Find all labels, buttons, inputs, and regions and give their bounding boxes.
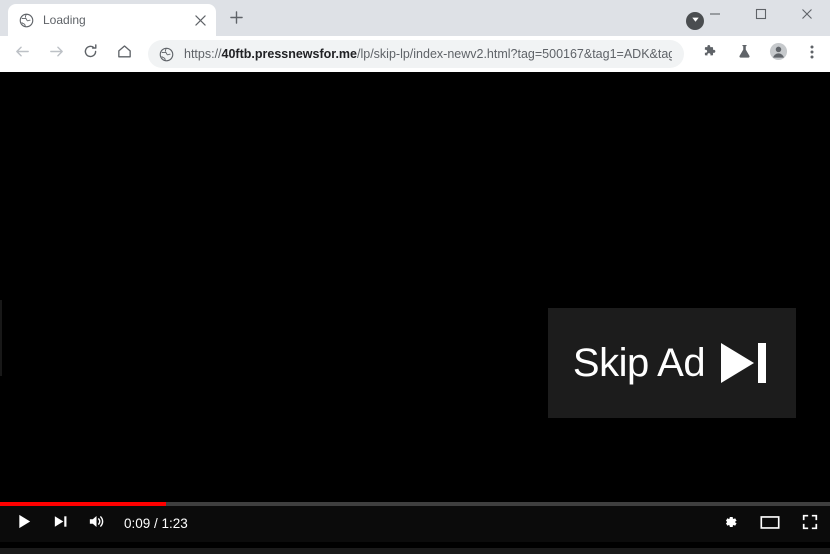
window-controls — [692, 0, 830, 32]
globe-icon — [18, 12, 34, 28]
url-host: 40ftb.pressnewsfor.me — [221, 47, 357, 61]
play-icon — [16, 513, 33, 535]
profile-button[interactable] — [764, 40, 792, 68]
skip-ad-label: Skip Ad — [572, 341, 706, 385]
fullscreen-icon — [801, 513, 819, 536]
address-bar-text: https://40ftb.pressnewsfor.me/lp/skip-lp… — [184, 47, 672, 61]
toolbar-actions — [690, 40, 830, 68]
url-path: /lp/skip-lp/index-newv2.html?tag=500167&… — [357, 47, 672, 61]
minimize-icon — [709, 7, 721, 25]
skip-next-icon — [719, 340, 771, 386]
flask-icon — [736, 43, 753, 65]
extensions-button[interactable] — [696, 40, 724, 68]
back-button[interactable] — [8, 40, 36, 68]
avatar-icon — [769, 42, 788, 66]
plus-icon — [229, 11, 243, 29]
chrome-menu-button[interactable] — [798, 40, 826, 68]
minimize-button[interactable] — [692, 0, 738, 32]
video-edge-seam — [0, 300, 2, 376]
gear-icon — [721, 513, 739, 536]
close-icon[interactable] — [192, 12, 208, 28]
globe-icon — [158, 46, 174, 62]
theater-mode-icon — [759, 513, 781, 536]
page-content-below-player — [0, 548, 830, 554]
window-close-icon — [801, 7, 813, 25]
next-button[interactable] — [42, 506, 78, 542]
maximize-button[interactable] — [738, 0, 784, 32]
next-track-icon — [52, 513, 69, 535]
browser-tab[interactable]: Loading — [8, 4, 216, 36]
close-window-button[interactable] — [784, 0, 830, 32]
new-tab-button[interactable] — [222, 6, 250, 34]
play-button[interactable] — [6, 506, 42, 542]
volume-button[interactable] — [78, 506, 114, 542]
skip-ad-button[interactable]: Skip Ad — [548, 308, 796, 418]
browser-window: Loading https://40ftb.pressnewsfor.me/lp… — [0, 0, 830, 554]
settings-button[interactable] — [710, 506, 750, 542]
time-display: 0:09 / 1:23 — [124, 516, 188, 532]
reload-button[interactable] — [76, 40, 104, 68]
volume-on-icon — [87, 512, 106, 536]
experiments-button[interactable] — [730, 40, 758, 68]
tab-strip: Loading — [0, 0, 830, 36]
maximize-icon — [755, 7, 767, 25]
home-button[interactable] — [110, 40, 138, 68]
reload-icon — [82, 43, 99, 65]
fullscreen-button[interactable] — [790, 506, 830, 542]
home-icon — [116, 43, 133, 65]
page-viewport: Skip Ad 0:09 / 1:23 — [0, 72, 830, 554]
forward-arrow-icon — [48, 43, 65, 65]
url-scheme: https:// — [184, 47, 222, 61]
tab-title: Loading — [43, 13, 86, 27]
video-control-bar: 0:09 / 1:23 — [0, 506, 830, 542]
back-arrow-icon — [14, 43, 31, 65]
forward-button[interactable] — [42, 40, 70, 68]
video-player[interactable]: Skip Ad 0:09 / 1:23 — [0, 72, 830, 548]
address-bar[interactable]: https://40ftb.pressnewsfor.me/lp/skip-lp… — [148, 40, 684, 68]
browser-toolbar: https://40ftb.pressnewsfor.me/lp/skip-lp… — [0, 36, 830, 72]
three-dot-menu-icon — [804, 44, 820, 65]
theater-mode-button[interactable] — [750, 506, 790, 542]
puzzle-piece-icon — [702, 43, 719, 65]
